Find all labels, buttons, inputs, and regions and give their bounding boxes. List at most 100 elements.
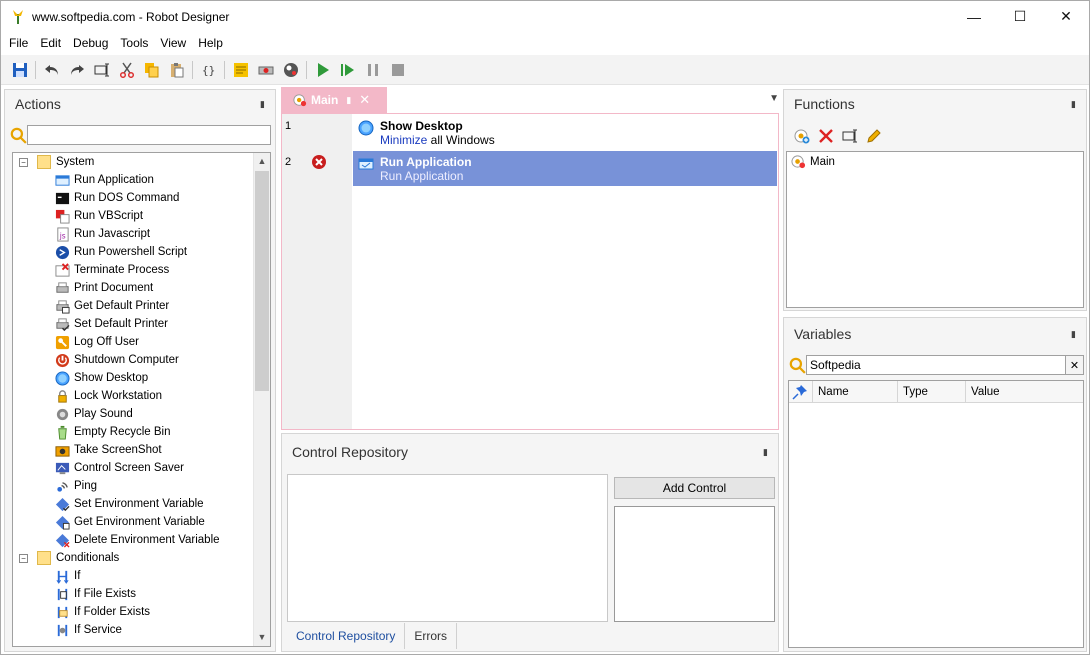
variables-grid[interactable]: Name Type Value <box>788 380 1084 648</box>
copy-icon[interactable] <box>142 60 162 80</box>
action-item[interactable]: If Folder Exists <box>13 603 270 621</box>
action-item[interactable]: Ping <box>13 477 270 495</box>
tab-main[interactable]: Main ▮ ✕ <box>281 87 387 113</box>
action-item[interactable]: Set Default Printer <box>13 315 270 333</box>
column-header-value[interactable]: Value <box>966 381 1083 402</box>
document-list-dropdown-icon[interactable]: ▼ <box>769 93 779 104</box>
action-item[interactable]: Set Environment Variable <box>13 495 270 513</box>
pin-icon[interactable]: ▮ <box>763 447 768 458</box>
rename-icon[interactable] <box>840 126 860 146</box>
column-header-type[interactable]: Type <box>898 381 966 402</box>
action-item[interactable]: Lock Workstation <box>13 387 270 405</box>
action-item[interactable]: If <box>13 567 270 585</box>
menu-view[interactable]: View <box>154 32 192 54</box>
braces-icon[interactable]: {} <box>199 60 219 80</box>
action-item[interactable]: Get Environment Variable <box>13 513 270 531</box>
action-item-label: Take ScreenShot <box>74 444 162 456</box>
add-control-button[interactable]: Add Control <box>614 477 775 499</box>
collapse-icon[interactable]: − <box>19 553 28 563</box>
menu-file[interactable]: File <box>3 32 34 54</box>
actions-scrollbar[interactable]: ▲ ▼ <box>253 153 270 646</box>
tab-errors[interactable]: Errors <box>405 623 458 649</box>
action-item[interactable]: Shutdown Computer <box>13 351 270 369</box>
pin-icon[interactable]: ▮ <box>1071 329 1076 340</box>
redo-icon[interactable] <box>67 60 87 80</box>
menu-tools[interactable]: Tools <box>114 32 154 54</box>
action-item[interactable]: Take ScreenShot <box>13 441 270 459</box>
column-header-name[interactable]: Name <box>813 381 898 402</box>
action-item-label: If <box>74 570 81 582</box>
action-item-label: Shutdown Computer <box>74 354 179 366</box>
pin-icon[interactable]: ▮ <box>1071 99 1076 110</box>
action-item-label: Empty Recycle Bin <box>74 426 171 438</box>
maximize-button[interactable]: ☐ <box>997 1 1043 32</box>
action-item[interactable]: Empty Recycle Bin <box>13 423 270 441</box>
action-item-label: Get Environment Variable <box>74 516 205 528</box>
edit-icon[interactable] <box>864 126 884 146</box>
menu-help[interactable]: Help <box>192 32 229 54</box>
pause-icon[interactable] <box>363 60 383 80</box>
paste-icon[interactable] <box>167 60 187 80</box>
note-icon[interactable] <box>231 60 251 80</box>
menu-debug[interactable]: Debug <box>67 32 114 54</box>
actions-search-input[interactable] <box>27 125 271 145</box>
cut-icon[interactable] <box>117 60 137 80</box>
tab-close-icon[interactable]: ✕ <box>359 92 370 108</box>
action-item[interactable]: Terminate Process <box>13 261 270 279</box>
step-run-application[interactable]: Run Application Run Application <box>353 151 777 186</box>
action-item[interactable]: js Run Javascript <box>13 225 270 243</box>
action-item[interactable]: Run DOS Command <box>13 189 270 207</box>
scroll-down-icon[interactable]: ▼ <box>254 629 270 646</box>
action-item-label: Set Default Printer <box>74 318 168 330</box>
action-item[interactable]: Delete Environment Variable <box>13 531 270 549</box>
stop-icon[interactable] <box>388 60 408 80</box>
run-icon[interactable] <box>313 60 333 80</box>
close-button[interactable]: ✕ <box>1043 1 1089 32</box>
javascript-icon: js <box>54 226 70 242</box>
add-function-icon[interactable] <box>792 126 812 146</box>
menu-edit[interactable]: Edit <box>34 32 67 54</box>
record-icon[interactable] <box>256 60 276 80</box>
action-item[interactable]: Get Default Printer <box>13 297 270 315</box>
document-tabstrip: Main ▮ ✕ ▼ <box>280 87 779 113</box>
sound-icon <box>54 406 70 422</box>
action-item[interactable]: Run Powershell Script <box>13 243 270 261</box>
collapse-icon[interactable]: − <box>19 157 28 167</box>
save-icon[interactable] <box>10 60 30 80</box>
control-list[interactable] <box>287 474 608 622</box>
minimize-button[interactable]: — <box>951 1 997 32</box>
step-show-desktop[interactable]: Show Desktop Minimize all Windows <box>353 115 777 150</box>
rename-icon[interactable] <box>92 60 112 80</box>
action-item[interactable]: Run VBScript <box>13 207 270 225</box>
delete-icon[interactable] <box>816 126 836 146</box>
tree-group-system[interactable]: − System <box>13 153 270 171</box>
web-icon[interactable] <box>281 60 301 80</box>
error-icon <box>312 155 326 169</box>
action-item[interactable]: Control Screen Saver <box>13 459 270 477</box>
action-item[interactable]: If Service <box>13 621 270 639</box>
scroll-up-icon[interactable]: ▲ <box>254 153 270 170</box>
variables-search-input[interactable] <box>806 355 1066 375</box>
tree-group-conditionals[interactable]: − Conditionals <box>13 549 270 567</box>
tab-pin-icon[interactable]: ▮ <box>346 95 351 106</box>
script-editor[interactable]: 1 2 Show Desktop Minimize all Windows Ru… <box>281 113 779 430</box>
action-item[interactable]: Run Application <box>13 171 270 189</box>
clear-search-icon[interactable]: ✕ <box>1066 355 1084 375</box>
if-folder-icon <box>54 604 70 620</box>
function-item-main[interactable]: Main <box>787 152 1083 171</box>
action-item[interactable]: Play Sound <box>13 405 270 423</box>
scroll-thumb[interactable] <box>255 171 269 391</box>
tab-control-repository[interactable]: Control Repository <box>287 623 406 649</box>
step-run-icon[interactable] <box>338 60 358 80</box>
pin-column-header[interactable] <box>789 381 813 402</box>
functions-list[interactable]: Main <box>786 151 1084 308</box>
action-item-label: Run Application <box>74 174 154 186</box>
action-item[interactable]: Log Off User <box>13 333 270 351</box>
action-item[interactable]: Show Desktop <box>13 369 270 387</box>
action-item[interactable]: If File Exists <box>13 585 270 603</box>
action-item[interactable]: Print Document <box>13 279 270 297</box>
pin-icon[interactable]: ▮ <box>260 99 265 110</box>
undo-icon[interactable] <box>42 60 62 80</box>
actions-tree[interactable]: − System Run Application Run DOS Command Run… <box>12 152 271 647</box>
search-icon <box>10 127 27 144</box>
